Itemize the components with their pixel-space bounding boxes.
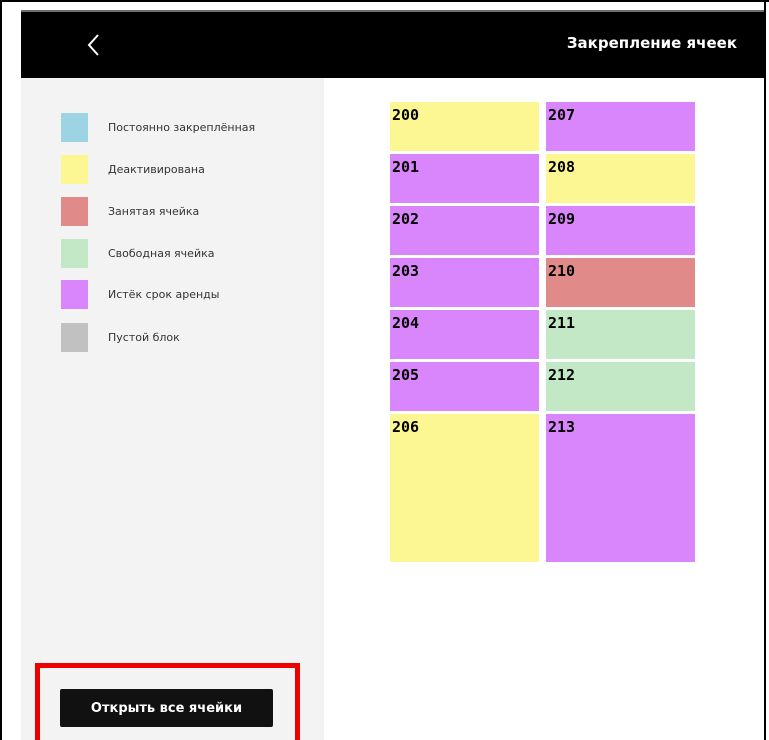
cell-201[interactable]: 201 [390, 154, 539, 203]
cell-206[interactable]: 206 [390, 414, 539, 562]
cell-number: 202 [392, 210, 420, 228]
cell-202[interactable]: 202 [390, 206, 539, 255]
cell-211[interactable]: 211 [546, 310, 695, 359]
cell-208[interactable]: 208 [546, 154, 695, 203]
cell-number: 209 [548, 210, 576, 228]
legend-swatch-occupied [61, 197, 88, 226]
cell-number: 203 [392, 262, 420, 280]
cell-number: 200 [392, 106, 420, 124]
cell-number: 212 [548, 366, 576, 384]
frame-border-right [764, 0, 766, 740]
cell-number: 211 [548, 314, 576, 332]
cell-203[interactable]: 203 [390, 258, 539, 307]
cell-205[interactable]: 205 [390, 362, 539, 411]
cell-204[interactable]: 204 [390, 310, 539, 359]
legend-swatch-deactivated [61, 155, 88, 184]
cell-number: 208 [548, 158, 576, 176]
legend-label: Деактивирована [108, 163, 205, 176]
cell-number: 201 [392, 158, 420, 176]
cell-207[interactable]: 207 [546, 102, 695, 151]
frame-border-left [0, 0, 2, 740]
chevron-left-icon[interactable] [79, 30, 109, 60]
legend-label: Занятая ячейка [108, 205, 200, 218]
cell-number: 205 [392, 366, 420, 384]
top-bar: Закрепление ячеек [21, 10, 764, 78]
legend-swatch-expired [61, 280, 88, 309]
frame-border-top [0, 0, 769, 2]
cell-number: 210 [548, 262, 576, 280]
legend-sidebar: Постоянно закреплённая Деактивирована За… [21, 78, 324, 740]
cell-213[interactable]: 213 [546, 414, 695, 562]
cell-210[interactable]: 210 [546, 258, 695, 307]
cell-number: 204 [392, 314, 420, 332]
legend-swatch-empty [61, 323, 88, 352]
cell-number: 207 [548, 106, 576, 124]
cell-212[interactable]: 212 [546, 362, 695, 411]
open-all-cells-button[interactable]: Открыть все ячейки [60, 689, 273, 727]
cell-200[interactable]: 200 [390, 102, 539, 151]
legend-swatch-free [61, 239, 88, 268]
cell-209[interactable]: 209 [546, 206, 695, 255]
legend-label: Постоянно закреплённая [108, 121, 256, 134]
legend-label: Пустой блок [108, 331, 180, 344]
legend-swatch-permanent [61, 113, 88, 142]
cell-number: 206 [392, 418, 420, 436]
page-title: Закрепление ячеек [566, 34, 737, 52]
legend-label: Свободная ячейка [108, 247, 215, 260]
legend-label: Истёк срок аренды [108, 288, 220, 301]
cell-number: 213 [548, 418, 576, 436]
